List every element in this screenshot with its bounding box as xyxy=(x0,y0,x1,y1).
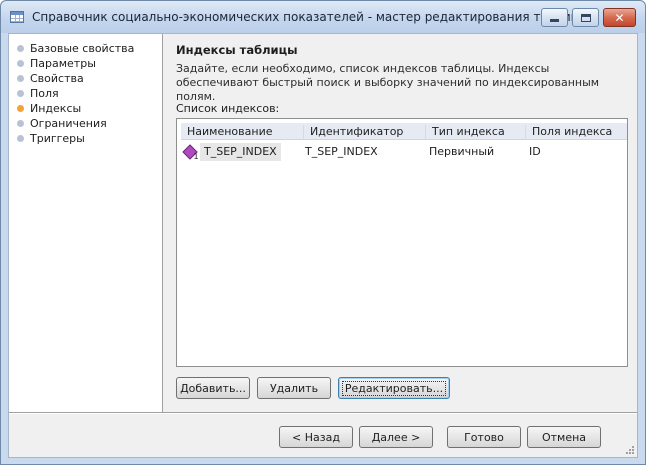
step-label: Параметры xyxy=(30,57,96,70)
maximize-button[interactable] xyxy=(572,8,599,27)
window-title: Справочник социально-экономических показ… xyxy=(32,10,589,24)
finish-label: Готово xyxy=(464,430,504,444)
wizard-window: Справочник социально-экономических показ… xyxy=(0,0,646,465)
step-bullet-icon xyxy=(17,75,24,82)
edit-index-label: Редактировать... xyxy=(341,380,447,396)
step-bullet-icon xyxy=(17,45,24,52)
wizard-client-area: Базовые свойства Параметры Свойства Поля… xyxy=(8,33,638,458)
cell-type: Первичный xyxy=(429,145,495,158)
step-indexes[interactable]: Индексы xyxy=(17,102,81,116)
delete-index-label: Удалить xyxy=(269,381,319,395)
index-list[interactable]: Наименование Идентификатор Тип индекса П… xyxy=(176,118,628,367)
cell-name: T_SEP_INDEX xyxy=(200,143,281,161)
list-header: Наименование Идентификатор Тип индекса П… xyxy=(181,123,627,140)
step-bullet-icon xyxy=(17,60,24,67)
step-label: Ограничения xyxy=(30,117,107,130)
column-header-name[interactable]: Наименование xyxy=(181,125,303,140)
cancel-label: Отмена xyxy=(541,430,587,444)
title-bar[interactable]: Справочник социально-экономических показ… xyxy=(1,1,645,33)
add-index-label: Добавить... xyxy=(180,381,246,395)
step-bullet-active-icon xyxy=(17,105,24,112)
next-label: Далее > xyxy=(371,430,421,444)
back-label: < Назад xyxy=(292,430,340,444)
step-label: Базовые свойства xyxy=(30,42,135,55)
index-number: 1 xyxy=(194,152,199,161)
steps-panel: Базовые свойства Параметры Свойства Поля… xyxy=(9,34,163,412)
index-list-label: Список индексов: xyxy=(176,102,280,115)
add-index-button[interactable]: Добавить... xyxy=(176,377,250,399)
delete-index-button[interactable]: Удалить xyxy=(257,377,331,399)
page-content: Индексы таблицы Задайте, если необходимо… xyxy=(164,34,637,412)
cell-fields: ID xyxy=(529,145,541,158)
resize-grip-icon[interactable] xyxy=(625,445,635,455)
step-parameters[interactable]: Параметры xyxy=(17,57,96,71)
step-label: Индексы xyxy=(30,102,82,115)
column-header-fields[interactable]: Поля индекса xyxy=(525,125,627,140)
step-label: Триггеры xyxy=(30,132,85,145)
maximize-icon xyxy=(580,13,591,22)
step-constraints[interactable]: Ограничения xyxy=(17,117,107,131)
minimize-button[interactable] xyxy=(541,8,568,27)
close-button[interactable]: ✕ xyxy=(603,8,636,27)
column-header-type[interactable]: Тип индекса xyxy=(425,125,525,140)
step-bullet-icon xyxy=(17,135,24,142)
step-label: Свойства xyxy=(30,72,84,85)
page-description: Задайте, если необходимо, список индексо… xyxy=(176,62,600,103)
step-fields[interactable]: Поля xyxy=(17,87,59,101)
finish-button[interactable]: Готово xyxy=(447,426,521,448)
next-button[interactable]: Далее > xyxy=(359,426,433,448)
step-bullet-icon xyxy=(17,120,24,127)
cancel-button[interactable]: Отмена xyxy=(527,426,601,448)
column-header-identifier[interactable]: Идентификатор xyxy=(303,125,425,140)
cell-identifier: T_SEP_INDEX xyxy=(305,145,378,158)
primary-index-icon: 1 xyxy=(182,144,199,161)
step-properties[interactable]: Свойства xyxy=(17,72,84,86)
step-bullet-icon xyxy=(17,90,24,97)
close-icon: ✕ xyxy=(614,10,625,25)
step-base-properties[interactable]: Базовые свойства xyxy=(17,42,134,56)
table-icon xyxy=(10,11,24,23)
edit-index-button[interactable]: Редактировать... xyxy=(338,377,450,399)
step-triggers[interactable]: Триггеры xyxy=(17,132,85,146)
back-button[interactable]: < Назад xyxy=(279,426,353,448)
minimize-icon xyxy=(550,19,559,22)
step-label: Поля xyxy=(30,87,59,100)
page-title: Индексы таблицы xyxy=(176,43,298,57)
divider-highlight xyxy=(9,413,637,414)
